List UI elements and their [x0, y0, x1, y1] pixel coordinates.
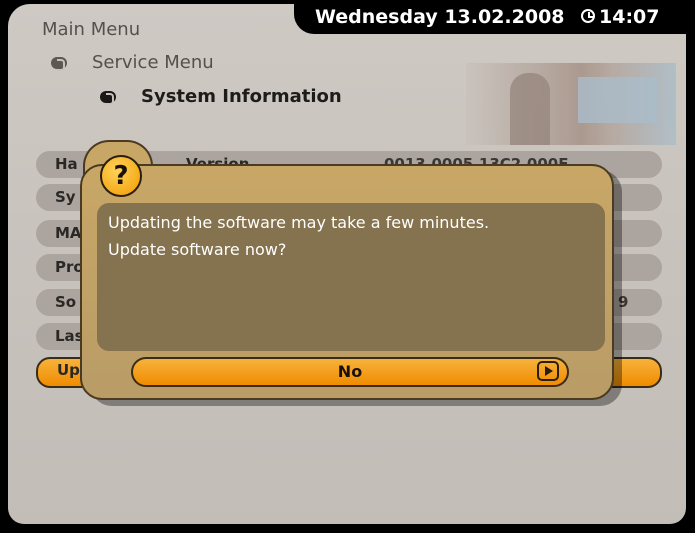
play-icon [537, 361, 559, 381]
no-button-label: No [337, 362, 363, 381]
tv-preview [466, 63, 676, 145]
dialog-message-line2: Update software now? [108, 240, 287, 259]
row-label: Up [57, 361, 80, 379]
question-icon: ? [100, 155, 142, 197]
row-label: So [55, 293, 77, 311]
row-label: Ha [55, 155, 78, 173]
dialog-message-line1: Updating the software may take a few min… [108, 213, 490, 232]
breadcrumb-main-menu[interactable]: Main Menu [42, 19, 140, 40]
date-label: Wednesday 13.02.2008 [315, 6, 565, 28]
no-button[interactable]: No [131, 357, 569, 387]
preview-person [510, 73, 550, 145]
row-label: MA [55, 224, 82, 242]
row-label: Sy [55, 188, 76, 206]
screen: Wednesday 13.02.2008 14:07 Main Menu Ser… [0, 0, 695, 533]
time-label: 14:07 [599, 6, 660, 28]
preview-screen [578, 77, 658, 123]
arrow-icon [100, 91, 116, 105]
arrow-icon [51, 57, 67, 71]
page-title: System Information [141, 86, 342, 107]
clock-icon [581, 9, 595, 23]
breadcrumb-service-menu[interactable]: Service Menu [92, 52, 214, 73]
